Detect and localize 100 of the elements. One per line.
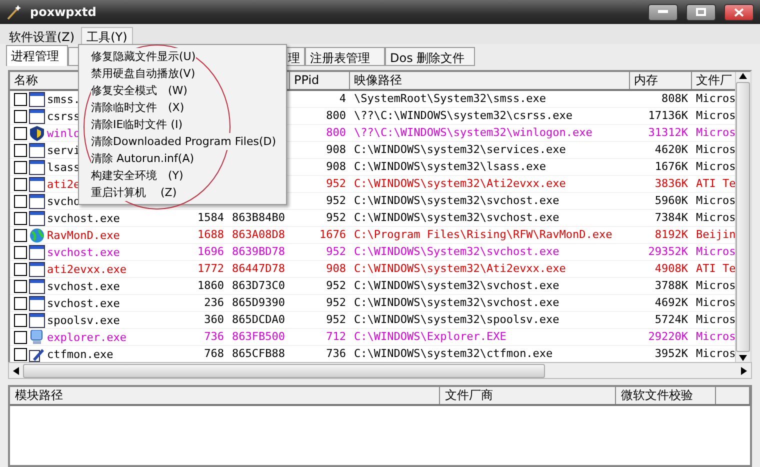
- table-cell-text: Micros: [695, 193, 735, 209]
- scroll-right-arrow[interactable]: [740, 366, 748, 374]
- table-cell-text: 800: [325, 108, 347, 124]
- table-cell-text: Micros: [695, 125, 735, 141]
- column-header[interactable]: PPid: [290, 72, 350, 89]
- table-cell-text: 952: [325, 295, 347, 311]
- table-cell-text: 952: [325, 193, 347, 209]
- table-cell-text: 768: [203, 346, 225, 362]
- table-cell-text: Micros: [695, 346, 735, 362]
- menu-item[interactable]: 清除 Autorun.inf(A): [91, 150, 194, 167]
- checkbox[interactable]: [14, 314, 27, 326]
- checkbox[interactable]: [14, 262, 27, 276]
- table-cell-text: 800: [325, 125, 347, 141]
- table-cell-text: 17136K: [647, 108, 689, 124]
- table-cell-text: 360: [203, 312, 225, 328]
- table-cell-text: 4620K: [654, 142, 689, 158]
- window-icon: [29, 108, 45, 124]
- table-cell-text: 952: [325, 176, 347, 192]
- checkbox[interactable]: [14, 92, 27, 106]
- table-cell-text: 1584: [196, 210, 225, 226]
- window-icon: [29, 296, 45, 310]
- table-cell-text: C:\WINDOWS\system32\svchost.exe: [353, 295, 560, 311]
- table-cell-text: Micros: [695, 108, 735, 124]
- column-header[interactable]: 内存: [630, 72, 692, 89]
- menu-item[interactable]: 修复隐藏文件显示(U): [91, 48, 196, 65]
- table-cell-text: 8192K: [654, 227, 689, 243]
- column-header[interactable]: 微软文件校验: [616, 387, 716, 404]
- table-cell-text: 236: [203, 295, 225, 311]
- table-cell-text: 952: [325, 210, 347, 226]
- process-name: lsass: [47, 160, 80, 174]
- column-header[interactable]: 映像路径: [350, 72, 630, 89]
- checkbox[interactable]: [14, 126, 27, 140]
- table-cell-text: C:\WINDOWS\system32\svchost.exe: [353, 193, 560, 209]
- maximize-button[interactable]: [686, 4, 716, 20]
- checkbox[interactable]: [14, 194, 27, 208]
- table-cell-text: 808K: [660, 91, 689, 107]
- table-cell-text: 4692K: [654, 295, 689, 311]
- table-cell-text: C:\WINDOWS\system32\svchost.exe: [353, 210, 560, 226]
- table-cell-text: 29352K: [647, 244, 689, 260]
- table-cell-text: C:\Program Files\Rising\RFW\RavMonD.exe: [353, 227, 614, 243]
- table-cell-text: C:\WINDOWS\system32\lsass.exe: [353, 159, 548, 175]
- checkbox[interactable]: [14, 330, 27, 344]
- checkbox[interactable]: [14, 160, 27, 174]
- scrollbar-thumb[interactable]: [736, 82, 750, 352]
- table-cell-text: 863A08D8: [231, 227, 286, 243]
- table-cell-text: 908: [325, 142, 347, 158]
- checkbox[interactable]: [14, 178, 27, 190]
- table-cell-text: Micros: [695, 329, 735, 345]
- table-cell-text: Micros: [695, 312, 735, 328]
- column-header[interactable]: 模块路径: [10, 387, 440, 404]
- table-cell-text: 865DCDA0: [231, 312, 286, 328]
- process-name: svchost.exe: [47, 212, 120, 224]
- scrollbar-thumb[interactable]: [23, 364, 545, 378]
- checkbox[interactable]: [14, 280, 27, 292]
- shield-icon: [29, 126, 45, 140]
- table-cell-text: Micros: [695, 278, 735, 294]
- table-cell-text: Micros: [695, 142, 735, 158]
- menu-item[interactable]: 软件设置(Z): [3, 27, 81, 44]
- window-icon: [29, 92, 45, 106]
- table-cell-text: C:\WINDOWS\system32\ctfmon.exe: [353, 346, 554, 362]
- process-name: RavMonD.exe: [47, 228, 120, 242]
- table-cell-text: 1676: [318, 227, 347, 243]
- scroll-down-arrow[interactable]: [739, 354, 747, 362]
- menu-item[interactable]: 工具(Y): [80, 27, 134, 44]
- window-icon: [29, 210, 45, 226]
- table-cell-text: 863FB500: [231, 329, 286, 345]
- checkbox[interactable]: [14, 348, 27, 360]
- table-cell-text: Micros: [695, 210, 735, 226]
- column-header[interactable]: 文件厂商: [440, 387, 616, 404]
- minimize-button[interactable]: [648, 4, 678, 20]
- tab[interactable]: Dos 删除文件: [385, 47, 475, 66]
- checkbox[interactable]: [14, 228, 27, 242]
- tab[interactable]: 进程管理: [6, 45, 68, 66]
- table-cell-text: 1772: [196, 261, 225, 277]
- checkbox[interactable]: [14, 110, 27, 122]
- scroll-up-arrow[interactable]: [739, 72, 747, 80]
- close-button[interactable]: [724, 4, 754, 20]
- checkbox[interactable]: [14, 144, 27, 156]
- scroll-left-arrow[interactable]: [12, 366, 20, 374]
- table-cell-text: Beijin: [695, 227, 735, 243]
- table-cell-text: ATI Te: [695, 261, 735, 277]
- menu-item[interactable]: 禁用硬盘自动播放(V): [91, 65, 196, 82]
- process-name: spoolsv.exe: [47, 314, 120, 326]
- menu-item[interactable]: 清除Downloaded Program Files(D): [91, 133, 276, 150]
- menu-item[interactable]: 修复安全模式 (W): [91, 82, 188, 99]
- table-cell-text: 712: [325, 329, 347, 345]
- checkbox[interactable]: [14, 212, 27, 224]
- checkbox[interactable]: [14, 296, 27, 310]
- window-icon: [29, 142, 45, 158]
- table-cell-text: 865D9390: [231, 295, 286, 311]
- table-cell-text: 7384K: [654, 210, 689, 226]
- table-cell-text: 908: [325, 159, 347, 175]
- globe-icon: [29, 228, 45, 242]
- window-icon: [29, 160, 45, 174]
- table-cell-text: 5960K: [654, 193, 689, 209]
- tab[interactable]: 注册表管理: [305, 47, 385, 66]
- process-name: ctfmon.exe: [47, 348, 114, 360]
- menu-item[interactable]: 构建安全环境 (Y): [91, 167, 184, 184]
- menu-item[interactable]: 重启计算机 (Z): [91, 184, 177, 201]
- checkbox[interactable]: [14, 246, 27, 258]
